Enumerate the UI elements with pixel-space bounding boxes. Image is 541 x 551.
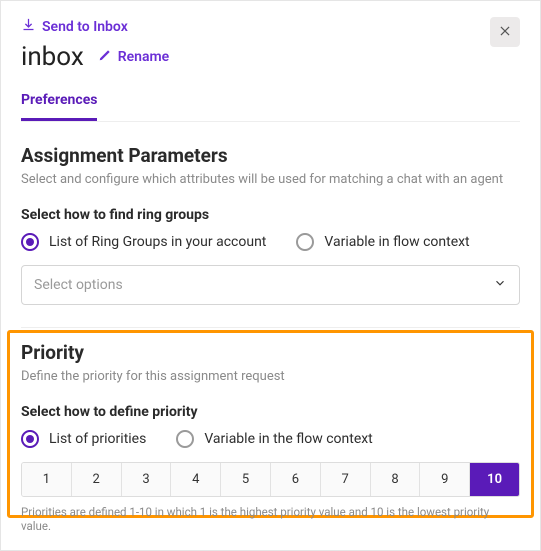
priority-list-label: List of priorities [49,431,146,447]
priority-variable-label: Variable in the flow context [204,431,372,447]
radio-icon [296,233,314,251]
priority-desc: Define the priority for this assignment … [21,368,520,386]
tab-preferences[interactable]: Preferences [21,86,97,121]
priority-variable-radio[interactable]: Variable in the flow context [176,430,372,448]
priority-footnote: Priorities are defined 1-10 in which 1 i… [21,505,520,533]
ring-groups-sub: Select how to find ring groups [21,207,520,223]
priority-sub: Select how to define priority [21,404,520,420]
priority-cell-5[interactable]: 5 [221,463,271,496]
divider [21,327,520,328]
ring-select-placeholder: Select options [34,277,123,293]
send-to-inbox-link[interactable]: Send to Inbox [21,17,169,36]
ring-select[interactable]: Select options [21,265,520,305]
tabs: Preferences [21,86,520,122]
priority-cell-8[interactable]: 8 [371,463,421,496]
send-to-inbox-label: Send to Inbox [42,19,128,35]
pencil-icon [98,48,112,66]
ring-variable-label: Variable in flow context [324,234,469,250]
priority-heading: Priority [21,341,520,364]
ring-variable-radio[interactable]: Variable in flow context [296,233,469,251]
ring-list-radio[interactable]: List of Ring Groups in your account [21,233,266,251]
chevron-down-icon [493,276,507,294]
priority-cell-1[interactable]: 1 [22,463,72,496]
priority-cell-9[interactable]: 9 [420,463,470,496]
assignment-heading: Assignment Parameters [21,144,520,167]
radio-icon [176,430,194,448]
rename-button[interactable]: Rename [98,48,169,66]
priority-grid: 12345678910 [21,462,520,497]
ring-list-label: List of Ring Groups in your account [49,234,266,250]
close-button[interactable] [490,17,520,47]
close-icon [498,24,512,41]
priority-cell-10[interactable]: 10 [470,463,519,496]
priority-cell-2[interactable]: 2 [72,463,122,496]
priority-cell-4[interactable]: 4 [171,463,221,496]
radio-icon [21,233,39,251]
rename-label: Rename [118,49,169,65]
priority-cell-3[interactable]: 3 [122,463,172,496]
priority-list-radio[interactable]: List of priorities [21,430,146,448]
assignment-desc: Select and configure which attributes wi… [21,171,520,189]
priority-cell-6[interactable]: 6 [271,463,321,496]
radio-icon [21,430,39,448]
download-icon [21,17,36,36]
priority-section: Priority Define the priority for this as… [21,341,520,533]
priority-cell-7[interactable]: 7 [321,463,371,496]
assignment-section: Assignment Parameters Select and configu… [21,144,520,328]
page-title: inbox [21,42,84,72]
